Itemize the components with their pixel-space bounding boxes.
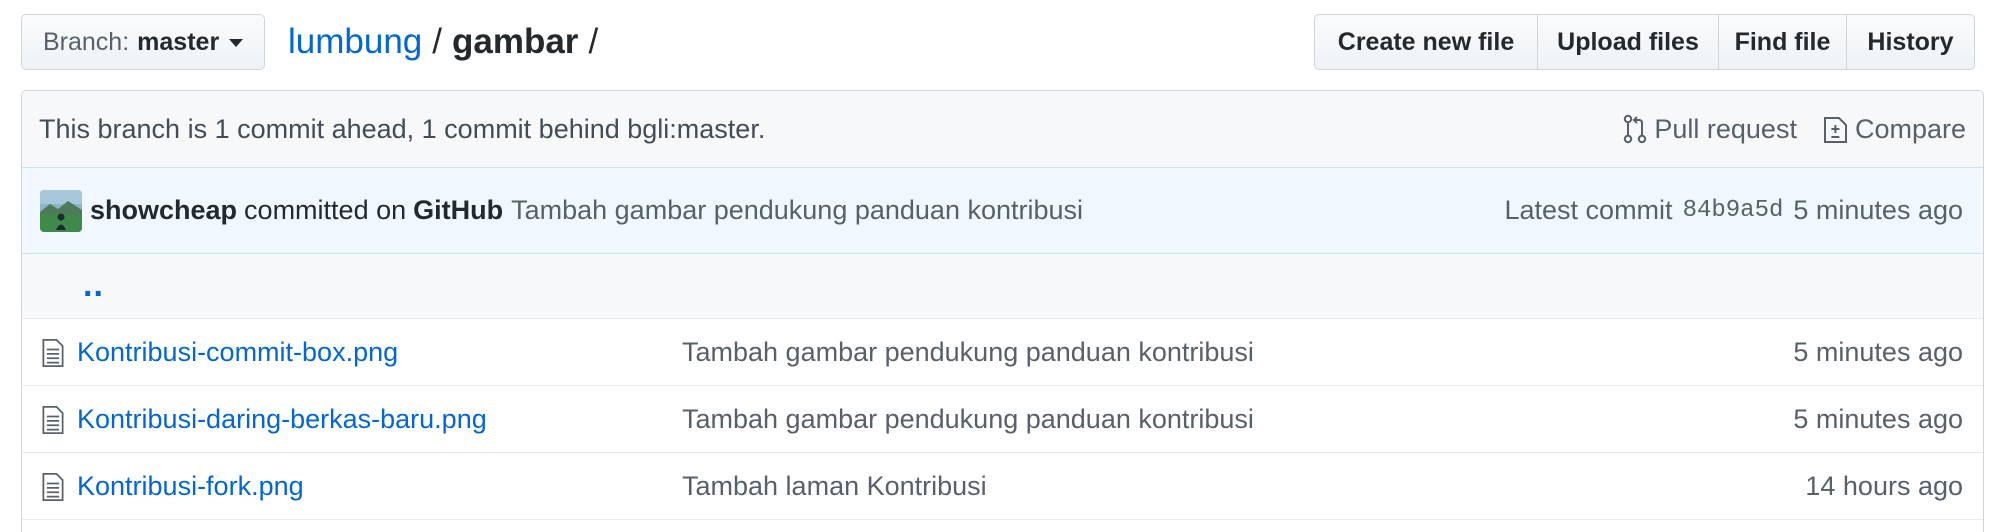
file-commit-message-link[interactable]: Tambah laman Kontribusi <box>682 471 987 502</box>
branch-name: master <box>137 27 220 56</box>
pull-request-link[interactable]: Pull request <box>1622 113 1797 145</box>
parent-directory-row: .. <box>22 254 1983 319</box>
file-icon <box>42 406 64 434</box>
file-icon <box>42 473 64 501</box>
pull-request-label: Pull request <box>1654 113 1797 144</box>
branch-selector-button[interactable]: Branch: master <box>21 14 265 70</box>
file-actions-button-group: Create new file Upload files Find file H… <box>1314 14 1975 70</box>
breadcrumb: lumbung / gambar / <box>288 20 608 64</box>
caret-down-icon <box>229 39 244 47</box>
committed-on-text: committed on <box>244 195 407 225</box>
branch-status-text: This branch is 1 commit ahead, 1 commit … <box>39 113 766 144</box>
commit-author-link[interactable]: showcheap <box>90 195 237 226</box>
branch-status-bar: This branch is 1 commit ahead, 1 commit … <box>22 91 1983 168</box>
avatar[interactable] <box>40 189 82 232</box>
breadcrumb-repo-link[interactable]: lumbung <box>288 22 422 61</box>
upload-files-button[interactable]: Upload files <box>1537 14 1718 70</box>
latest-commit-info: Latest commit 84b9a5d 5 minutes ago <box>1505 195 1964 226</box>
file-commit-message-link[interactable]: Tambah gambar pendukung panduan kontribu… <box>682 337 1254 368</box>
breadcrumb-trailing-separator: / <box>588 22 599 61</box>
git-pull-request-icon <box>1624 114 1647 144</box>
parent-directory-link[interactable]: .. <box>83 266 104 305</box>
table-row: Kontribusi-daring-berkas-baru.png Tambah… <box>22 386 1983 453</box>
latest-commit-label: Latest commit <box>1504 195 1673 225</box>
commit-age: 5 minutes ago <box>1793 195 1963 225</box>
file-commit-message-link[interactable]: Tambah gambar pendukung panduan kontribu… <box>682 404 1254 435</box>
file-name-link[interactable]: Kontribusi-fork.png <box>77 471 304 502</box>
file-age: 5 minutes ago <box>1793 337 1963 367</box>
file-name-link[interactable]: Kontribusi-daring-berkas-baru.png <box>77 404 487 435</box>
file-age: 14 hours ago <box>1805 471 1963 501</box>
branch-prefix: Branch: <box>43 27 130 56</box>
table-row: Kontribusi-fork.png Tambah laman Kontrib… <box>22 453 1983 520</box>
diff-icon <box>1823 117 1847 143</box>
breadcrumb-current-dir: gambar <box>452 22 579 61</box>
commit-platform: GitHub <box>413 195 504 225</box>
table-row: Kontribusi-commit-box.png Tambah gambar … <box>22 319 1983 386</box>
file-name-link[interactable]: Kontribusi-commit-box.png <box>77 337 398 368</box>
find-file-button[interactable]: Find file <box>1718 14 1846 70</box>
commit-message-link[interactable]: Tambah gambar pendukung panduan kontribu… <box>503 195 1504 226</box>
breadcrumb-separator: / <box>432 22 442 61</box>
file-age: 5 minutes ago <box>1793 404 1963 434</box>
history-button[interactable]: History <box>1846 14 1975 70</box>
commit-sha-link[interactable]: 84b9a5d <box>1673 197 1794 224</box>
file-browser: This branch is 1 commit ahead, 1 commit … <box>21 90 1984 532</box>
compare-label: Compare <box>1854 113 1966 144</box>
create-new-file-button[interactable]: Create new file <box>1314 14 1537 70</box>
latest-commit-bar: showcheap committed on GitHub Tambah gam… <box>22 168 1983 254</box>
file-icon <box>42 339 64 367</box>
compare-link[interactable]: Compare <box>1823 113 1966 145</box>
